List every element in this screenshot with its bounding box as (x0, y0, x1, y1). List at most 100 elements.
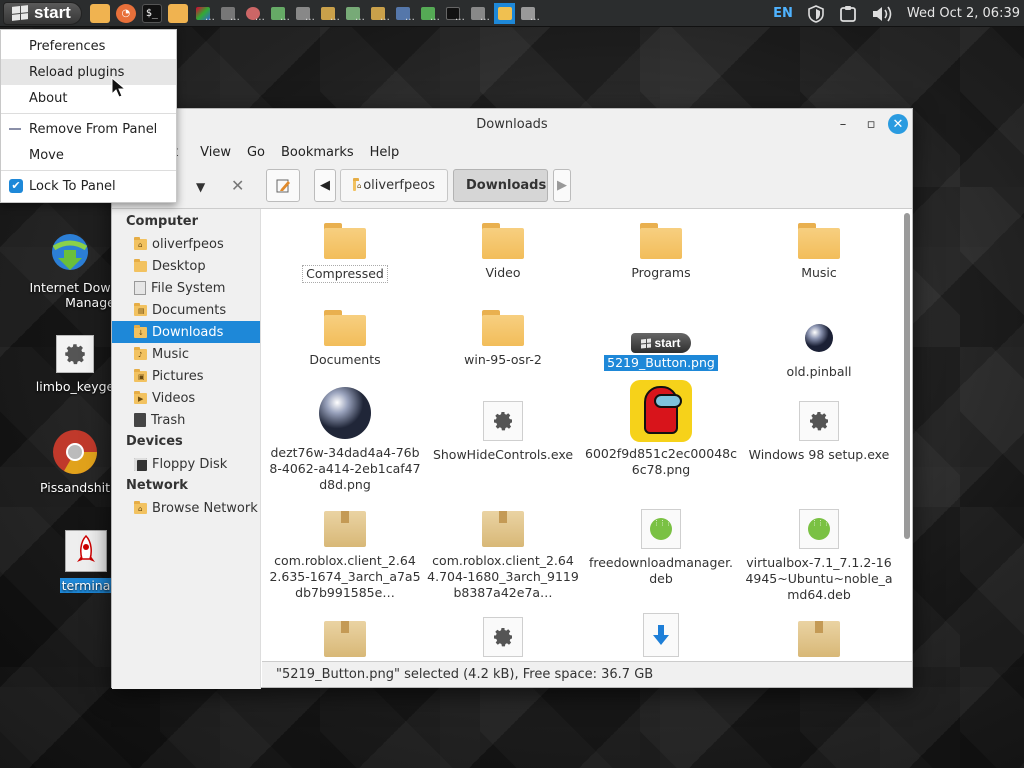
drive-icon (134, 281, 146, 295)
task-window-icon[interactable]: … (219, 3, 240, 24)
file-item-showhidecontrols-exe[interactable]: ShowHideControls.exe (424, 401, 582, 463)
sidebar-item-downloads[interactable]: ↓ Downloads (112, 321, 260, 343)
path-forward-arrow[interactable]: ▶ (553, 169, 571, 202)
menu-bookmarks[interactable]: Bookmarks (273, 145, 362, 160)
file-item-documents[interactable]: Documents (266, 310, 424, 368)
file-icon-view: Compressed Video Programs Music Document… (262, 209, 912, 661)
file-manager-window: Downloads – ▫ ✕ t View Go Bookmarks Help… (111, 108, 913, 689)
maximize-button[interactable]: ▫ (860, 113, 882, 135)
file-item-freedownloadmanager-deb[interactable]: freedownloadmanager.deb (582, 509, 740, 587)
desktop-folder-icon (134, 258, 147, 272)
file-item-programs[interactable]: Programs (582, 223, 740, 281)
folder-icon (640, 223, 682, 259)
task-firefox-icon[interactable]: … (244, 3, 265, 24)
remove-icon (9, 128, 21, 130)
task-window-icon[interactable]: … (419, 3, 440, 24)
firefox-launcher-icon[interactable]: ◔ (115, 3, 136, 23)
task-window-icon[interactable]: … (469, 3, 490, 24)
volume-icon[interactable] (871, 5, 893, 23)
task-window-icon[interactable]: … (344, 3, 365, 24)
shield-icon[interactable] (807, 4, 825, 23)
debian-package-icon (799, 509, 839, 549)
file-item-dezt76w-png[interactable]: dezt76w-34dad4a4-76b8-4062-a414-2eb1caf4… (266, 385, 424, 493)
task-folder-icon[interactable]: … (319, 3, 340, 24)
clipboard-icon[interactable] (839, 5, 857, 23)
menu-help[interactable]: Help (362, 145, 408, 160)
task-editor-icon[interactable]: … (394, 3, 415, 24)
sidebar-item-file-system[interactable]: File System (112, 277, 260, 299)
breadcrumb-home[interactable]: ⌂ oliverfpeos (340, 169, 448, 202)
file-item-roblox-client-1[interactable]: com.roblox.client_2.642.635-1674_3arch_a… (266, 511, 424, 601)
close-button[interactable]: ✕ (888, 114, 908, 134)
sidebar-item-music[interactable]: ♪ Music (112, 343, 260, 365)
minimize-button[interactable]: – (832, 113, 854, 135)
breadcrumb-downloads[interactable]: Downloads (453, 169, 548, 202)
status-text: "5219_Button.png" selected (4.2 kB), Fre… (276, 667, 654, 682)
file-item-windows-98-setup-exe[interactable]: Windows 98 setup.exe (740, 401, 898, 463)
documents-folder-icon: ▤ (134, 302, 147, 316)
desktop-icon-limbo-keygen[interactable]: limbo_keyge (30, 335, 120, 394)
sidebar-item-floppy-disk[interactable]: Floppy Disk (112, 453, 260, 475)
sidebar-item-trash[interactable]: Trash (112, 409, 260, 431)
close-sidebar-icon[interactable]: ✕ (231, 176, 244, 195)
window-titlebar[interactable]: Downloads – ▫ ✕ (112, 109, 912, 139)
clock[interactable]: Wed Oct 2, 06:39 (907, 6, 1020, 21)
task-window-icon[interactable]: … (269, 3, 290, 24)
file-item-downloader[interactable] (582, 613, 740, 657)
sidebar-item-home[interactable]: ⌂ oliverfpeos (112, 233, 260, 255)
file-manager-launcher-icon[interactable] (89, 3, 110, 23)
sidebar-dropdown-icon[interactable]: ▼ (196, 180, 205, 194)
desktop-icon-pissandshit[interactable]: Pissandshit (30, 428, 120, 495)
start-button[interactable]: start (3, 1, 82, 25)
file-item-executable[interactable] (424, 617, 582, 661)
menu-item-about[interactable]: About (1, 85, 176, 111)
menu-view[interactable]: View (186, 145, 239, 160)
file-item-old-pinball[interactable]: old.pinball (740, 310, 898, 380)
task-graphics-icon[interactable]: … (194, 3, 215, 24)
file-item-package[interactable] (740, 621, 898, 661)
file-item-amongus-png[interactable]: 6002f9d851c2ec00048c6c78.png (582, 380, 740, 478)
desktop-icon-internet-download-manager[interactable]: Internet Dow Manage (20, 230, 120, 310)
panel-context-menu: Preferences Reload plugins About Remove … (0, 29, 177, 203)
gear-icon (483, 617, 523, 657)
folder-launcher-icon[interactable] (167, 3, 188, 23)
sidebar-item-videos[interactable]: ▶ Videos (112, 387, 260, 409)
file-item-win-95-osr-2[interactable]: win-95-osr-2 (424, 310, 582, 368)
sidebar-item-pictures[interactable]: ▣ Pictures (112, 365, 260, 387)
file-item-compressed[interactable]: Compressed (266, 223, 424, 283)
image-thumbnail: start (631, 333, 691, 353)
menu-item-reload-plugins[interactable]: Reload plugins (1, 59, 176, 85)
edit-path-button[interactable] (266, 169, 300, 202)
status-bar: "5219_Button.png" selected (4.2 kB), Fre… (262, 661, 912, 687)
vertical-scrollbar[interactable] (904, 213, 910, 539)
desktop-icon-terminal[interactable]: termina (56, 530, 116, 593)
task-window-icon[interactable]: … (519, 3, 540, 24)
task-folder-icon[interactable]: … (369, 3, 390, 24)
menu-item-lock-to-panel[interactable]: ✔ Lock To Panel (1, 173, 176, 199)
downloads-folder-icon: ↓ (134, 324, 147, 338)
sidebar-item-desktop[interactable]: Desktop (112, 255, 260, 277)
file-item-music[interactable]: Music (740, 223, 898, 281)
sidebar-item-documents[interactable]: ▤ Documents (112, 299, 260, 321)
home-folder-icon: ⌂ (353, 178, 361, 191)
file-item-virtualbox-deb[interactable]: virtualbox-7.1_7.1.2-164945~Ubuntu~noble… (740, 509, 898, 603)
file-item-video[interactable]: Video (424, 223, 582, 281)
file-item-package[interactable] (266, 621, 424, 661)
keyboard-layout-indicator[interactable]: EN (773, 6, 793, 21)
menu-item-preferences[interactable]: Preferences (1, 33, 176, 59)
rocket-icon (65, 530, 107, 572)
task-downloads-folder-icon[interactable] (493, 2, 515, 24)
task-terminal-icon[interactable]: … (444, 3, 465, 24)
package-icon (482, 511, 524, 547)
sidebar-item-browse-network[interactable]: ⌂ Browse Network (112, 497, 260, 519)
menu-go[interactable]: Go (239, 145, 273, 160)
file-item-5219-button-png[interactable]: start 5219_Button.png (582, 310, 740, 371)
menu-item-remove-from-panel[interactable]: Remove From Panel (1, 116, 176, 142)
path-back-arrow[interactable]: ◀ (314, 169, 336, 202)
task-window-icon[interactable]: … (294, 3, 315, 24)
pinball-icon (805, 324, 833, 352)
terminal-launcher-icon[interactable]: $_ (141, 3, 162, 23)
menu-item-move[interactable]: Move (1, 142, 176, 168)
folder-icon (324, 223, 366, 259)
file-item-roblox-client-2[interactable]: com.roblox.client_2.644.704-1680_3arch_9… (424, 511, 582, 601)
